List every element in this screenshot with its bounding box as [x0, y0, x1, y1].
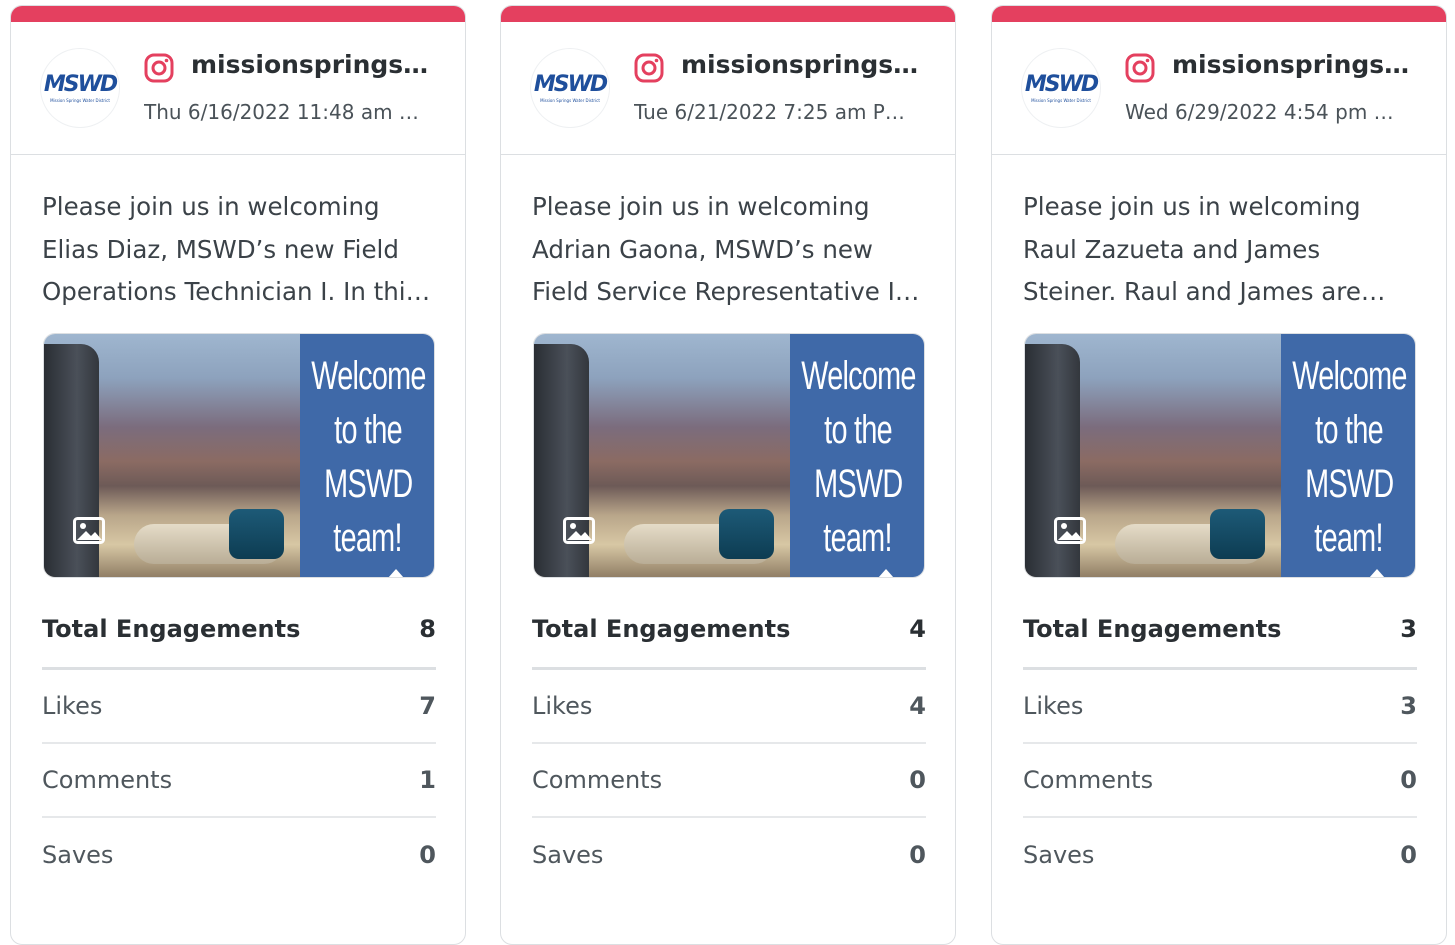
saves-value: 0	[419, 841, 436, 869]
comments-value: 0	[1400, 766, 1417, 794]
instagram-icon	[1125, 53, 1155, 83]
avatar-logo-mark: MSWD	[1024, 71, 1099, 97]
image-icon	[563, 517, 595, 544]
media-caret	[1369, 569, 1385, 577]
total-engagements-label: Total Engagements	[532, 615, 791, 643]
post-date: Wed 6/29/2022 4:54 pm PDT	[1125, 100, 1400, 124]
account-handle[interactable]: missionspringswaterdistrict	[681, 50, 926, 79]
total-engagements-label: Total Engagements	[42, 615, 301, 643]
comments-label: Comments	[42, 766, 173, 794]
post-card[interactable]: MSWD Mission Springs Water District miss…	[10, 5, 466, 945]
welcome-line: MSWD	[813, 461, 903, 506]
avatar[interactable]: MSWD Mission Springs Water District	[1022, 49, 1100, 127]
image-icon	[1054, 517, 1086, 544]
saves-row: Saves 0	[42, 818, 436, 892]
post-date: Tue 6/21/2022 7:25 am PDT	[634, 100, 909, 124]
total-engagements-label: Total Engagements	[1023, 615, 1282, 643]
media-valve	[719, 509, 774, 559]
account-handle[interactable]: missionspringswaterdistrict	[1172, 50, 1417, 79]
post-caption: Please join us in welcoming Raul Zazueta…	[1023, 192, 1361, 306]
welcome-line: MSWD	[1304, 461, 1394, 506]
avatar-logo-subtitle: Mission Springs Water District	[540, 97, 600, 103]
likes-value: 3	[1400, 692, 1417, 720]
welcome-line: MSWD	[323, 461, 413, 506]
avatar-logo-subtitle: Mission Springs Water District	[1031, 97, 1091, 103]
saves-row: Saves 0	[1023, 818, 1417, 892]
welcome-line: team!	[823, 515, 893, 560]
welcome-line: to the	[824, 407, 892, 452]
likes-row: Likes 7	[42, 670, 436, 744]
likes-label: Likes	[532, 692, 593, 720]
comments-value: 1	[419, 766, 436, 794]
post-header: MSWD Mission Springs Water District miss…	[11, 22, 465, 155]
likes-label: Likes	[42, 692, 103, 720]
saves-value: 0	[1400, 841, 1417, 869]
image-icon	[73, 517, 105, 544]
instagram-icon	[634, 53, 664, 83]
comments-row: Comments 0	[1023, 744, 1417, 818]
comments-row: Comments 0	[532, 744, 926, 818]
welcome-line: to the	[1315, 407, 1383, 452]
post-card[interactable]: MSWD Mission Springs Water District miss…	[500, 5, 956, 945]
avatar-logo-mark: MSWD	[533, 71, 608, 97]
comments-label: Comments	[1023, 766, 1154, 794]
avatar[interactable]: MSWD Mission Springs Water District	[531, 49, 609, 127]
welcome-line: Welcome	[800, 353, 916, 398]
total-engagements-value: 4	[909, 615, 926, 643]
brand-accent-bar	[11, 6, 465, 22]
saves-row: Saves 0	[532, 818, 926, 892]
total-engagements-row: Total Engagements 3	[1023, 591, 1417, 670]
engagement-stats: Total Engagements 4 Likes 4 Comments 0 S…	[532, 591, 926, 892]
comments-value: 0	[909, 766, 926, 794]
saves-label: Saves	[42, 841, 114, 869]
post-date: Thu 6/16/2022 11:48 am PDT	[144, 100, 419, 124]
welcome-panel: Welcome to the MSWD team!	[300, 334, 434, 577]
saves-label: Saves	[532, 841, 604, 869]
post-card[interactable]: MSWD Mission Springs Water District miss…	[991, 5, 1447, 945]
saves-value: 0	[909, 841, 926, 869]
welcome-panel: Welcome to the MSWD team!	[1281, 334, 1415, 577]
account-handle[interactable]: missionspringswaterdistrict	[191, 50, 436, 79]
total-engagements-row: Total Engagements 8	[42, 591, 436, 670]
media-valve	[229, 509, 284, 559]
brand-accent-bar	[992, 6, 1446, 22]
welcome-panel: Welcome to the MSWD team!	[790, 334, 924, 577]
post-media[interactable]: Welcome to the MSWD team!	[1024, 333, 1416, 578]
instagram-icon	[144, 53, 174, 83]
comments-row: Comments 1	[42, 744, 436, 818]
welcome-line: Welcome	[1291, 353, 1407, 398]
post-header: MSWD Mission Springs Water District miss…	[992, 22, 1446, 155]
post-media[interactable]: Welcome to the MSWD team!	[43, 333, 435, 578]
media-caret	[878, 569, 894, 577]
comments-label: Comments	[532, 766, 663, 794]
avatar-logo-subtitle: Mission Springs Water District	[50, 97, 110, 103]
media-valve	[1210, 509, 1265, 559]
welcome-line: to the	[334, 407, 402, 452]
likes-label: Likes	[1023, 692, 1084, 720]
post-header: MSWD Mission Springs Water District miss…	[501, 22, 955, 155]
likes-value: 7	[419, 692, 436, 720]
total-engagements-value: 8	[419, 615, 436, 643]
avatar-logo-mark: MSWD	[43, 71, 118, 97]
welcome-line: team!	[1314, 515, 1384, 560]
engagement-stats: Total Engagements 8 Likes 7 Comments 1 S…	[42, 591, 436, 892]
brand-accent-bar	[501, 6, 955, 22]
welcome-line: team!	[333, 515, 403, 560]
engagement-stats: Total Engagements 3 Likes 3 Comments 0 S…	[1023, 591, 1417, 892]
post-caption: Please join us in welcoming Elias Diaz, …	[42, 192, 419, 306]
likes-row: Likes 3	[1023, 670, 1417, 744]
saves-label: Saves	[1023, 841, 1095, 869]
post-caption: Please join us in welcoming Adrian Gaona…	[532, 192, 903, 306]
total-engagements-row: Total Engagements 4	[532, 591, 926, 670]
post-media[interactable]: Welcome to the MSWD team!	[533, 333, 925, 578]
avatar[interactable]: MSWD Mission Springs Water District	[41, 49, 119, 127]
likes-value: 4	[909, 692, 926, 720]
welcome-line: Welcome	[310, 353, 426, 398]
total-engagements-value: 3	[1400, 615, 1417, 643]
media-caret	[388, 569, 404, 577]
likes-row: Likes 4	[532, 670, 926, 744]
